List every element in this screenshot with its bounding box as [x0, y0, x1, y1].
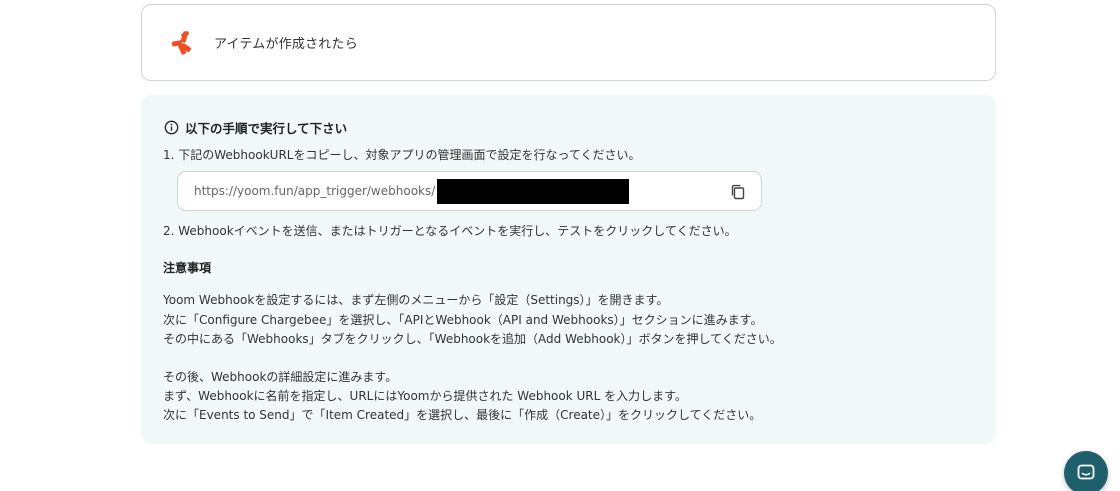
- note-line: その中にある「Webhooks」タブをクリックし、「Webhookを追加（Add…: [163, 332, 782, 346]
- notes-heading: 注意事項: [163, 261, 212, 275]
- copy-icon[interactable]: [729, 183, 747, 201]
- redacted-token: [437, 179, 629, 204]
- note-line: 次に「Configure Chargebee」を選択し、「APIとWebhook…: [163, 313, 763, 327]
- webhook-url-text[interactable]: https://yoom.fun/app_trigger/webhooks/: [194, 184, 435, 198]
- yoom-asterisk-logo-icon: [171, 30, 192, 55]
- note-line: 次に「Events to Send」で「Item Created」を選択し、最後…: [163, 408, 762, 422]
- info-circle-icon: [164, 120, 179, 134]
- note-line: まず、Webhookに名前を指定し、URLにはYoomから提供された Webho…: [163, 389, 687, 403]
- chat-bubble-icon: [1077, 464, 1095, 480]
- webhook-url-field[interactable]: https://yoom.fun/app_trigger/webhooks/: [177, 171, 762, 211]
- trigger-card[interactable]: アイテムが作成されたら: [141, 4, 996, 81]
- instruction-heading-row: 以下の手順で実行して下さい: [164, 118, 347, 136]
- instruction-heading: 以下の手順で実行して下さい: [185, 120, 348, 136]
- chat-button[interactable]: [1064, 451, 1108, 491]
- step-2-text: 2. Webhookイベントを送信、またはトリガーとなるイベントを実行し、テスト…: [163, 224, 737, 238]
- page: アイテムが作成されたら 以下の手順で実行して下さい 1. 下記のWebhookU…: [0, 0, 1120, 491]
- note-line: その後、Webhookの詳細設定に進みます。: [163, 370, 398, 384]
- step-1-text: 1. 下記のWebhookURLをコピーし、対象アプリの管理画面で設定を行なって…: [163, 148, 641, 162]
- trigger-title: アイテムが作成されたら: [214, 37, 358, 52]
- note-line: Yoom Webhookを設定するには、まず左側のメニューから「設定（Setti…: [163, 293, 669, 307]
- instruction-panel: 以下の手順で実行して下さい 1. 下記のWebhookURLをコピーし、対象アプ…: [141, 95, 996, 444]
